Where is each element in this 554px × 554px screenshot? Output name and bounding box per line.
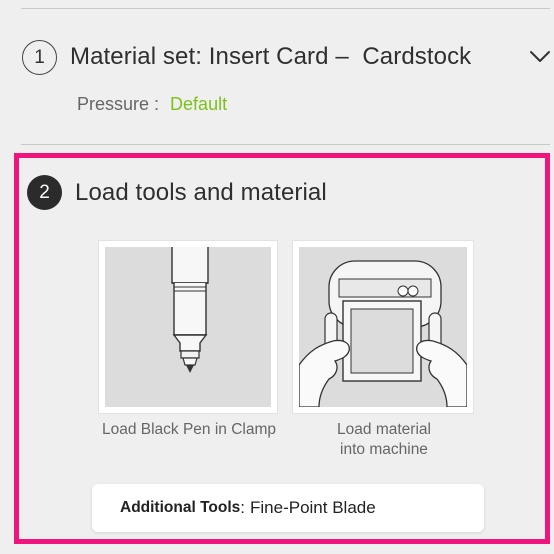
machine-illustration xyxy=(299,247,467,407)
step-load-tools: 2 Load tools and material Load Black Pen… xyxy=(14,153,550,544)
pen-illustration xyxy=(105,247,271,407)
additional-tools-box: Additional Tools: Fine-Point Blade xyxy=(92,484,484,532)
machine-caption: Load material into machine xyxy=(293,420,475,460)
section-divider xyxy=(21,144,550,145)
additional-tools-separator: : xyxy=(240,498,245,517)
step-number-badge: 1 xyxy=(22,40,57,75)
machine-caption-line2: into machine xyxy=(340,441,428,458)
step-title: Load tools and material xyxy=(75,179,327,206)
step-title: Material set: Insert Card – Cardstock xyxy=(70,43,472,70)
step-number-badge: 2 xyxy=(27,175,62,210)
machine-caption-line1: Load material xyxy=(337,421,431,438)
additional-tools-value: Fine-Point Blade xyxy=(250,498,376,517)
pen-caption: Load Black Pen in Clamp xyxy=(101,421,277,438)
pressure-value[interactable]: Default xyxy=(170,94,227,114)
tool-card-pen xyxy=(98,240,278,414)
pressure-label: Pressure : xyxy=(77,94,160,114)
pressure-row: Pressure : Default xyxy=(77,94,227,115)
chevron-down-icon[interactable] xyxy=(528,47,552,65)
tool-card-machine xyxy=(292,240,474,414)
step-material-set[interactable]: 1 Material set: Insert Card – Cardstock … xyxy=(0,0,554,145)
additional-tools-label: Additional Tools xyxy=(120,499,241,516)
